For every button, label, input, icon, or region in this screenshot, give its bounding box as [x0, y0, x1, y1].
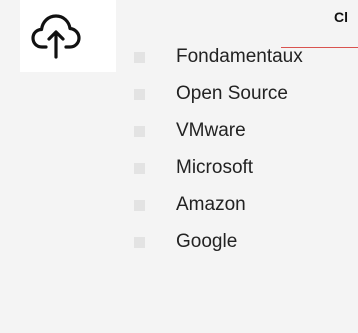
square-bullet-icon: [134, 89, 145, 100]
square-bullet-icon: [134, 163, 145, 174]
list-item-vmware[interactable]: VMware: [0, 109, 300, 145]
list-item-amazon[interactable]: Amazon: [0, 183, 300, 219]
square-bullet-icon: [134, 200, 145, 211]
list-item-open-source[interactable]: Open Source: [0, 72, 300, 108]
list-item-google[interactable]: Google: [0, 220, 300, 256]
square-bullet-icon: [134, 52, 145, 63]
square-bullet-icon: [134, 237, 145, 248]
list-item-label: Microsoft: [176, 157, 254, 178]
list-item-label: Fondamentaux: [176, 46, 303, 67]
section-title: Cl: [334, 9, 348, 25]
list-item-fondamentaux[interactable]: Fondamentaux: [0, 35, 303, 71]
list-item-microsoft[interactable]: Microsoft: [0, 146, 300, 182]
list-item-label: Amazon: [176, 194, 246, 215]
list-item-label: Google: [176, 231, 238, 252]
list-item-label: VMware: [176, 120, 246, 141]
square-bullet-icon: [134, 126, 145, 137]
list-item-label: Open Source: [176, 83, 288, 104]
